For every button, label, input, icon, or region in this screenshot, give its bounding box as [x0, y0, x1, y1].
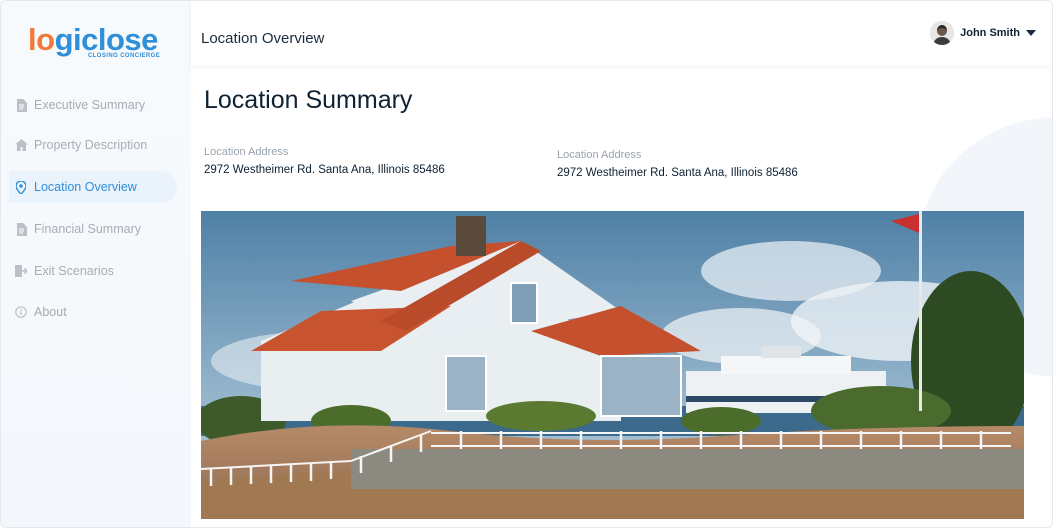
- chevron-down-icon[interactable]: [1026, 30, 1036, 36]
- header-title: Location Overview: [201, 30, 325, 47]
- sidebar-item-exit-scenarios[interactable]: Exit Scenarios: [9, 255, 177, 287]
- sidebar-item-label: Financial Summary: [34, 222, 141, 236]
- user-name: John Smith: [960, 27, 1020, 39]
- address-label-1: Location Address: [204, 146, 289, 158]
- address-label-2: Location Address: [557, 149, 642, 161]
- sidebar-item-executive-summary[interactable]: Executive Summary: [9, 89, 177, 121]
- exit-icon: [14, 264, 28, 278]
- sidebar-item-label: Location Overview: [34, 180, 137, 194]
- logo[interactable]: logiclose CLOSING CONCIERGE: [28, 23, 168, 63]
- document-icon: [14, 98, 28, 112]
- user-menu[interactable]: John Smith: [930, 21, 1036, 45]
- home-icon: [14, 138, 28, 152]
- logo-tagline: CLOSING CONCIERGE: [88, 53, 161, 59]
- location-pin-icon: [14, 180, 28, 194]
- avatar: [930, 21, 955, 45]
- address-value-2: 2972 Westheimer Rd. Santa Ana, Illinois …: [557, 167, 798, 179]
- sidebar-item-label: Property Description: [34, 138, 148, 152]
- sidebar-item-about[interactable]: About: [9, 296, 177, 328]
- location-photo: [201, 211, 1024, 519]
- info-icon: [14, 305, 28, 319]
- sidebar-item-label: About: [34, 305, 67, 319]
- app-window: logiclose CLOSING CONCIERGE Executive Su…: [0, 0, 1053, 528]
- sidebar-item-label: Exit Scenarios: [34, 264, 114, 278]
- top-header: Location Overview John Smith: [191, 1, 1052, 65]
- page-title: Location Summary: [204, 86, 413, 114]
- sidebar-item-financial-summary[interactable]: Financial Summary: [9, 213, 177, 245]
- logo-wordmark: logiclose: [28, 22, 158, 57]
- main-content: Location Summary Location Address 2972 W…: [191, 65, 1052, 527]
- sidebar-item-location-overview[interactable]: Location Overview: [9, 171, 177, 203]
- sidebar-item-property-description[interactable]: Property Description: [9, 129, 177, 161]
- document-icon: [14, 222, 28, 236]
- sidebar: logiclose CLOSING CONCIERGE Executive Su…: [1, 1, 191, 527]
- sidebar-item-label: Executive Summary: [34, 98, 146, 112]
- address-value-1: 2972 Westheimer Rd. Santa Ana, Illinois …: [204, 164, 445, 176]
